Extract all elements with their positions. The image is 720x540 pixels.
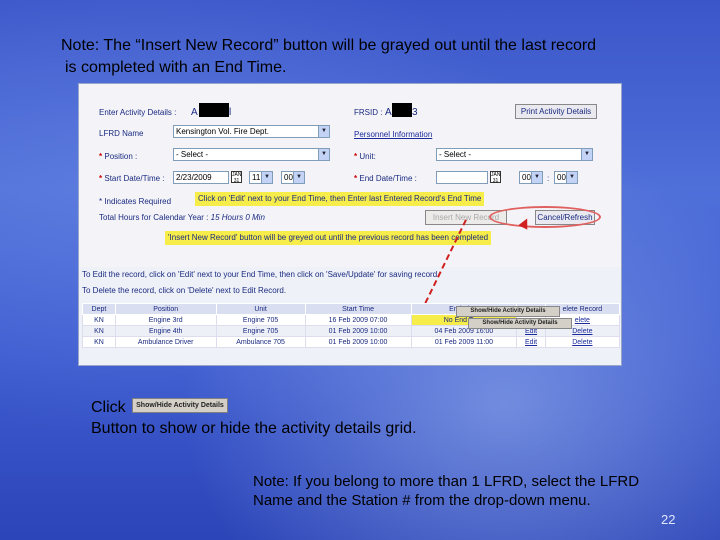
show-hide-activity-details-button[interactable]: Show/Hide Activity Details (456, 306, 560, 317)
total-hours-value: 15 Hours 0 Min (210, 213, 265, 222)
cell-end-time: 01 Feb 2009 11:00 (410, 336, 518, 348)
chevron-down-icon: ▼ (318, 149, 329, 160)
required-star: * (354, 174, 358, 183)
position-select-value: - Select - (176, 150, 209, 159)
edit-instruction: To Edit the record, click on 'Edit' next… (82, 270, 438, 279)
calendar-icon[interactable]: JAN 31 (490, 171, 501, 184)
frsid-value-suffix: 3 (412, 107, 418, 118)
show-hide-activity-details-button[interactable]: Show/Hide Activity Details (468, 318, 572, 329)
frsid-value-prefix: A (385, 107, 392, 118)
cell-dept: KN (82, 314, 116, 326)
cell-start-time: 16 Feb 2009 07:00 (304, 314, 412, 326)
start-hour-value: 11 (252, 173, 261, 182)
annotation-ellipse (489, 206, 601, 228)
cell-position: Engine 4th (114, 325, 217, 337)
unit-select[interactable]: - Select - ▼ (436, 148, 593, 161)
click-instruction-line-2: Button to show or hide the activity deta… (91, 420, 417, 437)
chevron-down-icon: ▼ (581, 149, 592, 160)
redacted-name-block (199, 103, 229, 117)
calendar-icon[interactable]: JAN 31 (231, 171, 242, 184)
enter-activity-value-prefix: A (191, 107, 198, 118)
bottom-note-line-2: Name and the Station # from the drop-dow… (253, 492, 591, 509)
col-header-position: Position (114, 303, 217, 315)
cell-unit: Engine 705 (215, 325, 306, 337)
required-star: * (99, 174, 103, 183)
click-word: Click (91, 399, 126, 416)
cell-start-time: 01 Feb 2009 10:00 (304, 336, 412, 348)
edit-tip-highlight: Click on 'Edit' next to your End Time, t… (195, 192, 485, 206)
top-note-line-2: is completed with an End Time. (65, 59, 287, 76)
chevron-down-icon: ▼ (531, 172, 542, 183)
cell-position: Ambulance Driver (114, 336, 217, 348)
cell-unit: Ambulance 705 (215, 336, 306, 348)
end-minute-select[interactable]: 00 ▼ (554, 171, 578, 184)
start-hour-select[interactable]: 11 ▼ (249, 171, 273, 184)
cell-position: Engine 3rd (114, 314, 217, 326)
cell-dept: KN (82, 336, 116, 348)
col-header-start-time: Start Time (304, 303, 412, 315)
required-note: * Indicates Required (99, 197, 172, 206)
start-date-input[interactable]: 2/23/2009 (173, 171, 229, 184)
table-row: KN Ambulance Driver Ambulance 705 01 Feb… (82, 336, 621, 348)
chevron-down-icon: ▼ (566, 172, 577, 183)
chevron-down-icon: ▼ (261, 172, 272, 183)
cell-edit-link[interactable]: Edit (516, 336, 546, 348)
insert-tip-highlight: 'Insert New Record' button will be greye… (165, 231, 492, 245)
end-date-input[interactable] (436, 171, 488, 184)
top-note-line-1: Note: The “Insert New Record” button wil… (61, 37, 597, 54)
end-minute-value: 00 (557, 173, 566, 182)
redacted-frsid-block (392, 103, 412, 117)
lfrd-name-select-value: Kensington Vol. Fire Dept. (176, 127, 269, 136)
cell-delete-link[interactable]: Delete (544, 336, 621, 348)
cell-unit: Engine 705 (215, 314, 306, 326)
col-header-unit: Unit (215, 303, 306, 315)
delete-instruction: To Delete the record, click on 'Delete' … (82, 286, 287, 295)
unit-select-value: - Select - (439, 150, 472, 159)
enter-activity-value-suffix: l (229, 107, 232, 118)
required-star: * (354, 152, 358, 161)
click-instruction: Click Show/Hide Activity Details (91, 398, 228, 417)
cell-dept: KN (82, 325, 116, 337)
frsid-label: FRSID : (354, 108, 383, 117)
total-hours-label: Total Hours for Calendar Year : (99, 213, 209, 222)
end-hour-select[interactable]: 00 ▼ (519, 171, 543, 184)
position-label: Position : (104, 152, 138, 161)
cell-start-time: 01 Feb 2009 10:00 (304, 325, 412, 337)
col-header-dept: Dept (82, 303, 116, 315)
end-hour-value: 00 (522, 173, 531, 182)
bottom-note-line-1: Note: If you belong to more than 1 LFRD,… (253, 473, 640, 490)
activity-form: Enter Activity Details : A l FRSID : A 3… (79, 84, 621, 267)
print-activity-details-button[interactable]: Print Activity Details (515, 104, 597, 119)
enter-activity-label: Enter Activity Details : (99, 108, 177, 117)
end-date-label: End Date/Time : (359, 174, 417, 183)
personnel-information-link[interactable]: Personnel Information (354, 130, 432, 139)
show-hide-button-sample: Show/Hide Activity Details (132, 398, 228, 414)
activity-details-screenshot: Enter Activity Details : A l FRSID : A 3… (78, 83, 622, 366)
start-minute-select[interactable]: 00 ▼ (281, 171, 305, 184)
unit-label: Unit: (359, 152, 376, 161)
page-number: 22 (661, 512, 676, 527)
chevron-down-icon: ▼ (318, 126, 329, 137)
position-select[interactable]: - Select - ▼ (173, 148, 330, 161)
required-star: * (99, 152, 103, 161)
lfrd-name-select[interactable]: Kensington Vol. Fire Dept. ▼ (173, 125, 330, 138)
start-date-label: Start Date/Time : (104, 174, 165, 183)
time-separator: : (547, 174, 550, 183)
start-minute-value: 00 (284, 173, 293, 182)
lfrd-name-label: LFRD Name (99, 129, 144, 138)
chevron-down-icon: ▼ (293, 172, 304, 183)
